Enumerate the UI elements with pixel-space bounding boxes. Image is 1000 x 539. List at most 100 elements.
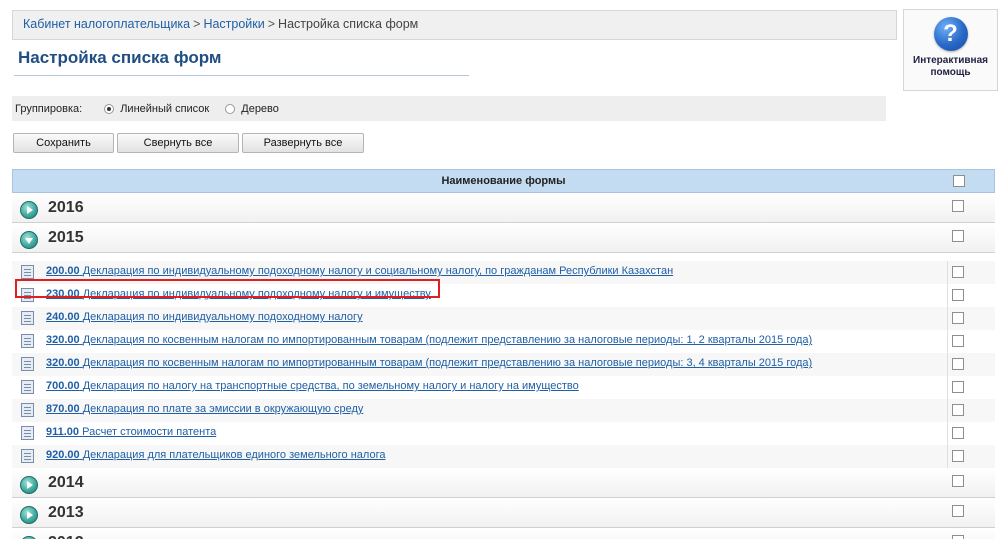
form-checkbox[interactable] (952, 266, 964, 278)
radio-label-linear: Линейный список (120, 102, 210, 115)
collapse-arrow-icon[interactable] (20, 231, 38, 249)
document-icon (21, 311, 34, 325)
form-name: Декларация по косвенным налогам по импор… (82, 357, 813, 369)
collapse-all-button[interactable]: Свернуть все (117, 133, 239, 153)
year-label: 2014 (48, 474, 84, 491)
grouping-option-tree[interactable]: Дерево (225, 103, 279, 115)
breadcrumb-current: Настройка списка форм (278, 17, 419, 31)
document-icon (21, 334, 34, 348)
cell-divider (947, 307, 948, 330)
document-icon (21, 403, 34, 417)
save-button[interactable]: Сохранить (13, 133, 114, 153)
form-name: Декларация по индивидуальному подоходном… (82, 288, 431, 300)
form-checkbox[interactable] (952, 335, 964, 347)
form-row: 920.00 Декларация для плательщиков едино… (12, 445, 995, 468)
form-name: Декларация для плательщиков единого земе… (82, 449, 386, 461)
year-checkbox[interactable] (952, 230, 964, 242)
form-row: 911.00 Расчет стоимости патента (12, 422, 995, 445)
form-link[interactable]: 230.00 Декларация по индивидуальному под… (46, 288, 431, 300)
year-group-2015[interactable]: 2015 (12, 223, 995, 253)
expand-arrow-icon[interactable] (20, 201, 38, 219)
grouping-bar: Группировка: Линейный список Дерево (12, 96, 886, 121)
form-name: Декларация по косвенным налогам по импор… (82, 334, 813, 346)
form-link[interactable]: 700.00 Декларация по налогу на транспорт… (46, 380, 579, 392)
form-name: Декларация по индивидуальному подоходном… (82, 311, 363, 323)
radio-tree[interactable] (225, 103, 236, 114)
form-code: 240.00 (46, 311, 80, 323)
year-checkbox[interactable] (952, 475, 964, 487)
form-link[interactable]: 320.00 Декларация по косвенным налогам п… (46, 357, 812, 369)
year-checkbox[interactable] (952, 505, 964, 517)
form-code: 911.00 (46, 426, 80, 438)
year-checkbox[interactable] (952, 535, 964, 539)
year-group-2016[interactable]: 2016 (12, 193, 995, 223)
form-row: 230.00 Декларация по индивидуальному под… (12, 284, 995, 307)
form-code: 200.00 (46, 265, 80, 277)
page-title: Настройка списка форм (18, 48, 222, 67)
forms-table: Наименование формы 2016 2015 200.00 Декл… (12, 169, 995, 539)
document-icon (21, 288, 34, 302)
document-icon (21, 449, 34, 463)
form-link[interactable]: 911.00 Расчет стоимости патента (46, 426, 216, 438)
year-label: 2015 (48, 229, 84, 246)
form-code: 920.00 (46, 449, 80, 461)
grouping-option-linear[interactable]: Линейный список (104, 103, 209, 115)
help-label-line1: Интерактивная (913, 55, 988, 66)
cell-divider (947, 422, 948, 445)
form-checkbox[interactable] (952, 358, 964, 370)
form-code: 320.00 (46, 357, 80, 369)
breadcrumb-link-cabinet[interactable]: Кабинет налогоплательщика (23, 17, 190, 31)
form-name: Декларация по индивидуальному подоходном… (82, 265, 674, 277)
cell-divider (947, 284, 948, 307)
document-icon (21, 380, 34, 394)
breadcrumb: Кабинет налогоплательщика > Настройки > Наст… (12, 10, 897, 40)
interactive-help-button[interactable]: ? Интерактивная помощь (903, 9, 998, 91)
form-name: Декларация по плате за эмиссии в окружаю… (82, 403, 364, 415)
form-checkbox[interactable] (952, 312, 964, 324)
help-label-line2: помощь (930, 67, 971, 78)
form-link[interactable]: 200.00 Декларация по индивидуальному под… (46, 265, 673, 277)
help-icon: ? (933, 17, 968, 51)
form-code: 230.00 (46, 288, 80, 300)
form-checkbox[interactable] (952, 381, 964, 393)
year-label: 2016 (48, 199, 84, 216)
form-link[interactable]: 920.00 Декларация для плательщиков едино… (46, 449, 385, 461)
cell-divider (947, 399, 948, 422)
form-row: 700.00 Декларация по налогу на транспорт… (12, 376, 995, 399)
select-all-checkbox[interactable] (953, 175, 965, 187)
form-checkbox[interactable] (952, 289, 964, 301)
year-group-2012[interactable]: 2012 (12, 528, 995, 539)
year-checkbox[interactable] (952, 200, 964, 212)
year-group-2013[interactable]: 2013 (12, 498, 995, 528)
form-row: 320.00 Декларация по косвенным налогам п… (12, 330, 995, 353)
cell-divider (947, 376, 948, 399)
expand-arrow-icon[interactable] (20, 476, 38, 494)
form-code: 870.00 (46, 403, 80, 415)
form-name: Расчет стоимости патента (82, 426, 217, 438)
column-header-form-name: Наименование формы (441, 175, 566, 187)
form-checkbox[interactable] (952, 450, 964, 462)
form-row: 320.00 Декларация по косвенным налогам п… (12, 353, 995, 376)
document-icon (21, 265, 34, 279)
expand-all-button[interactable]: Развернуть все (242, 133, 364, 153)
year-group-2014[interactable]: 2014 (12, 468, 995, 498)
form-code: 700.00 (46, 380, 80, 392)
form-link[interactable]: 240.00 Декларация по индивидуальному под… (46, 311, 363, 323)
grouping-label: Группировка: (15, 102, 83, 115)
form-link[interactable]: 870.00 Декларация по плате за эмиссии в … (46, 403, 363, 415)
title-divider (14, 75, 469, 76)
cell-divider (947, 330, 948, 353)
form-checkbox[interactable] (952, 404, 964, 416)
expand-arrow-icon[interactable] (20, 506, 38, 524)
breadcrumb-separator: > (193, 17, 201, 31)
form-row: 200.00 Декларация по индивидуальному под… (12, 261, 995, 284)
year-label: 2012 (48, 534, 84, 539)
radio-linear-list[interactable] (104, 103, 115, 114)
cell-divider (947, 353, 948, 376)
radio-label-tree: Дерево (241, 102, 279, 115)
breadcrumb-link-settings[interactable]: Настройки (203, 17, 264, 31)
form-link[interactable]: 320.00 Декларация по косвенным налогам п… (46, 334, 812, 346)
form-checkbox[interactable] (952, 427, 964, 439)
form-name: Декларация по налогу на транспортные сре… (82, 380, 579, 392)
